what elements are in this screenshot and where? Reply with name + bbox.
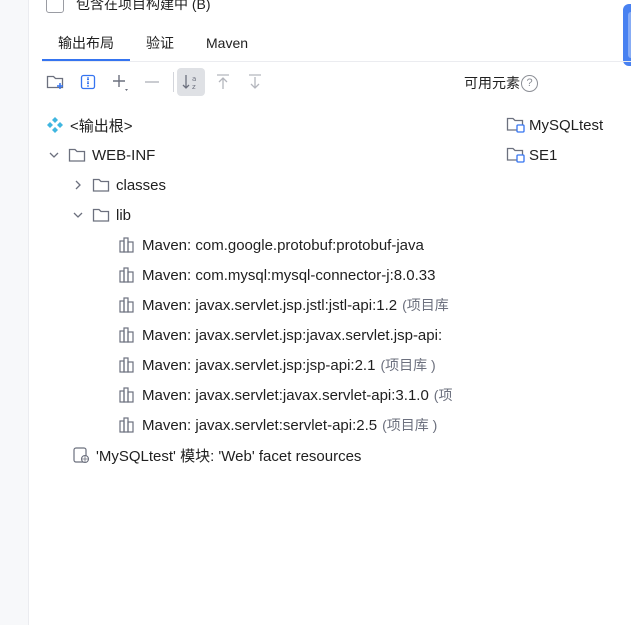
remove-button[interactable] — [138, 68, 166, 96]
include-in-build-label: 包含在项目构建中 (B) — [76, 0, 211, 12]
remove-icon — [143, 73, 161, 91]
scroll-indicator — [623, 4, 631, 66]
archive-icon — [79, 73, 97, 91]
chevron-down-icon[interactable] — [70, 207, 86, 223]
available-item-label: MySQLtest — [529, 116, 604, 134]
tree-node-library[interactable]: Maven: javax.servlet:servlet-api:2.5 (项目… — [118, 410, 462, 440]
available-item-se1[interactable]: SE1 — [506, 140, 557, 170]
new-folder-icon — [46, 73, 66, 91]
tree-node-output-root[interactable]: <输出根> — [46, 110, 133, 140]
sort-icon: az — [181, 72, 201, 92]
tab-output-layout[interactable]: 输出布局 — [42, 32, 130, 62]
library-icon — [118, 386, 136, 404]
library-suffix: (项目库 ) — [382, 417, 438, 433]
library-suffix: (项 — [433, 387, 453, 403]
move-up-icon — [214, 73, 232, 91]
tree-node-library[interactable]: Maven: com.google.protobuf:protobuf-java — [118, 230, 462, 260]
new-folder-button[interactable] — [42, 68, 70, 96]
include-in-build-row[interactable]: 包含在项目构建中 (B) — [46, 0, 211, 14]
tree-node-web-facet-resources[interactable]: 'MySQLtest' 模块: 'Web' facet resources — [72, 440, 361, 470]
library-label: Maven: com.google.protobuf:protobuf-java — [142, 236, 424, 254]
svg-text:a: a — [192, 75, 196, 83]
output-root-label: <输出根> — [70, 117, 133, 135]
left-gutter — [0, 0, 29, 625]
library-icon — [118, 296, 136, 314]
library-label: Maven: javax.servlet:servlet-api:2.5 — [142, 416, 378, 434]
module-folder-icon — [506, 146, 526, 164]
add-icon — [110, 72, 130, 92]
tab-bar: 输出布局 验证 Maven — [42, 32, 264, 62]
add-button[interactable] — [106, 68, 134, 96]
library-suffix: (项目库 ) — [380, 357, 436, 373]
sort-button[interactable]: az — [177, 68, 205, 96]
classes-label: classes — [116, 176, 167, 194]
output-root-icon — [46, 116, 64, 134]
create-archive-button[interactable] — [74, 68, 102, 96]
tree-node-library[interactable]: Maven: com.mysql:mysql-connector-j:8.0.3… — [118, 260, 462, 290]
move-up-button[interactable] — [209, 68, 237, 96]
library-icon — [118, 416, 136, 434]
library-label: Maven: javax.servlet:javax.servlet-api:3… — [142, 386, 429, 404]
available-item-label: SE1 — [529, 146, 558, 164]
tree-node-library[interactable]: Maven: javax.servlet.jsp:javax.servlet.j… — [118, 320, 462, 350]
tree-node-library[interactable]: Maven: javax.servlet:javax.servlet-api:3… — [118, 380, 462, 410]
library-icon — [118, 356, 136, 374]
lib-label: lib — [116, 206, 132, 224]
library-icon — [118, 236, 136, 254]
move-down-icon — [246, 73, 264, 91]
library-icon — [118, 266, 136, 284]
library-label: Maven: javax.servlet.jsp:jsp-api:2.1 — [142, 356, 376, 374]
svg-text:z: z — [192, 83, 196, 91]
library-icon — [118, 326, 136, 344]
tab-divider — [42, 61, 631, 62]
tree-node-lib[interactable]: lib — [70, 200, 131, 230]
available-elements-header: 可用元素 ? — [464, 73, 538, 93]
folder-icon — [68, 146, 86, 164]
tab-validation[interactable]: 验证 — [130, 32, 190, 62]
tree-node-classes[interactable]: classes — [70, 170, 166, 200]
available-elements-label: 可用元素 — [464, 75, 520, 91]
library-label: Maven: javax.servlet.jsp.jstl:jstl-api:1… — [142, 296, 398, 314]
folder-icon — [92, 176, 110, 194]
web-inf-label: WEB-INF — [92, 146, 156, 164]
module-folder-icon — [506, 116, 526, 134]
move-down-button[interactable] — [241, 68, 269, 96]
toolbar-separator — [173, 72, 174, 92]
chevron-right-icon[interactable] — [70, 177, 86, 193]
folder-icon — [92, 206, 110, 224]
library-label: Maven: javax.servlet.jsp:javax.servlet.j… — [142, 326, 443, 344]
help-icon[interactable]: ? — [521, 74, 538, 92]
available-item-mysqltest[interactable]: MySQLtest — [506, 110, 603, 140]
tree-node-library[interactable]: Maven: javax.servlet.jsp:jsp-api:2.1 (项目… — [118, 350, 462, 380]
include-in-build-checkbox[interactable] — [46, 0, 64, 13]
library-suffix: (项目库 — [402, 297, 449, 313]
tab-maven[interactable]: Maven — [190, 32, 264, 62]
web-facet-label: 'MySQLtest' 模块: 'Web' facet resources — [96, 447, 362, 465]
chevron-down-icon[interactable] — [46, 147, 62, 163]
layout-toolbar: az — [42, 68, 273, 96]
tree-node-web-inf[interactable]: WEB-INF — [46, 140, 155, 170]
library-label: Maven: com.mysql:mysql-connector-j:8.0.3… — [142, 266, 436, 284]
web-facet-icon — [72, 446, 90, 464]
tree-node-library[interactable]: Maven: javax.servlet.jsp.jstl:jstl-api:1… — [118, 290, 462, 320]
